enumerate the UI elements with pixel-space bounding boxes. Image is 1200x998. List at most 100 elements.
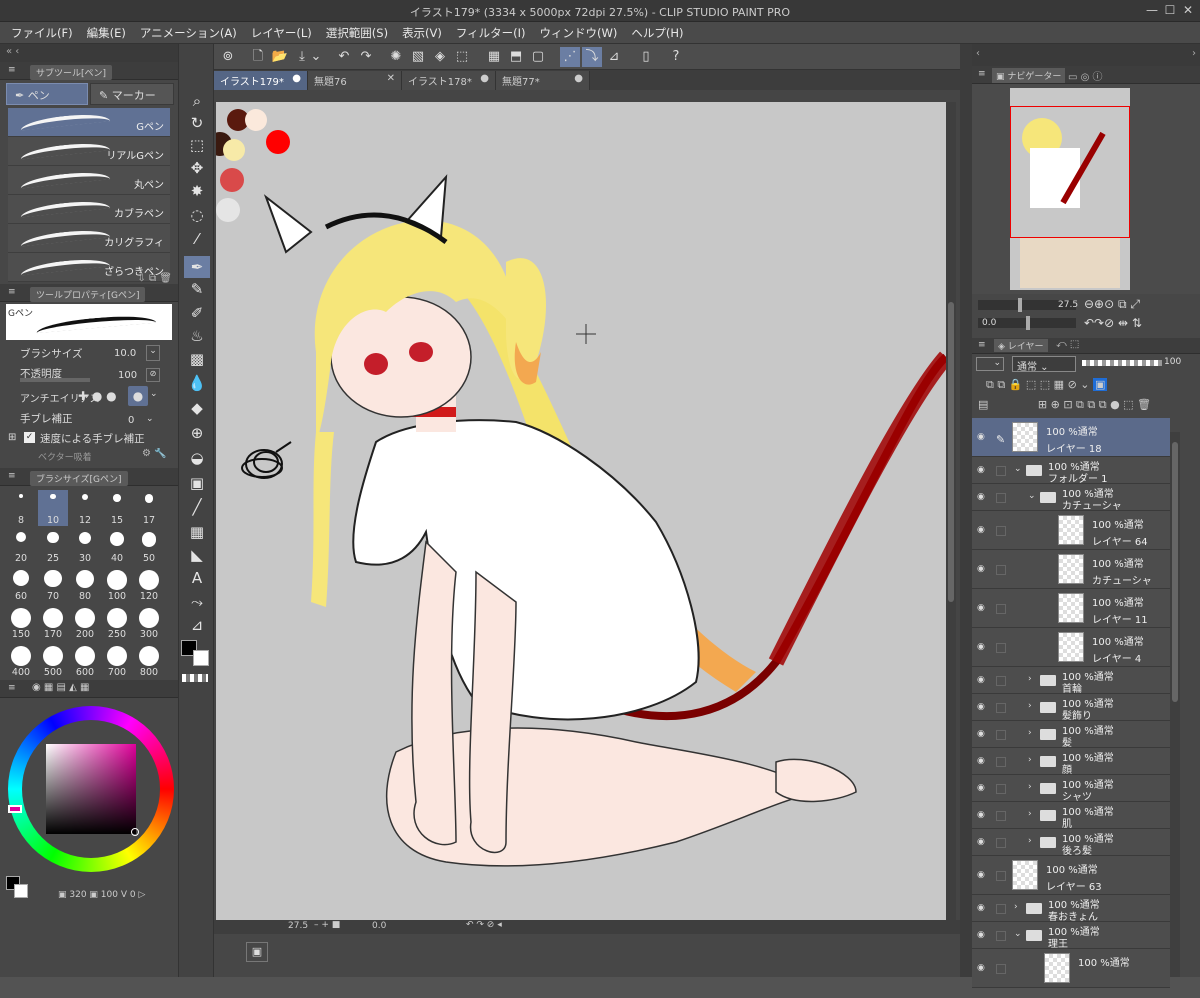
brush-size-cell[interactable]: 80	[70, 566, 100, 602]
clear-icon[interactable]: ▧	[408, 47, 428, 67]
layer-row[interactable]: ◉ 100 %通常 カチューシャ	[972, 550, 1170, 589]
new-file-icon[interactable]: 🗋	[248, 47, 268, 67]
antialias-dropdown-icon[interactable]: ⌄	[150, 389, 158, 399]
brush-size-cell[interactable]: 12	[70, 490, 100, 526]
visibility-eye-icon[interactable]: ◉	[977, 783, 985, 793]
panel-menu-icon[interactable]: ≡	[978, 340, 986, 350]
navigator-preview[interactable]	[972, 84, 1200, 294]
prop-opacity-value[interactable]: 100	[118, 370, 137, 381]
layer-color-dropdown[interactable]: ⌄	[976, 357, 1004, 371]
folder-row[interactable]: ◉ ⌄ 100 %通常 カチューシャ	[972, 484, 1170, 512]
layer-lock-box[interactable]	[996, 870, 1006, 881]
select-all-icon[interactable]: ▦	[484, 47, 504, 67]
layer-row[interactable]: ◉ 100 %通常 レイヤー 64	[972, 511, 1170, 550]
layer-lock-box[interactable]	[996, 465, 1006, 476]
brush-size-cell[interactable]: 8	[6, 490, 36, 526]
invert-selection-icon[interactable]: ▢	[528, 47, 548, 67]
folder-row[interactable]: ◉ › 100 %通常顔	[972, 748, 1170, 776]
open-file-icon[interactable]: 📂	[270, 47, 290, 67]
move-tool-icon[interactable]: ✥	[184, 157, 210, 179]
left-collapse-bar[interactable]: « ‹	[0, 44, 178, 62]
brush-size-cell[interactable]: 30	[70, 528, 100, 564]
brush-item-kabura-pen[interactable]: カブラペン	[8, 195, 170, 224]
folder-expand-icon[interactable]: ⌄	[1014, 929, 1022, 939]
zoom-controls-icon[interactable]: – + ■	[314, 920, 340, 930]
brush-size-cell[interactable]: 100	[102, 566, 132, 602]
brush-size-cell[interactable]: 400	[6, 642, 36, 678]
folder-expand-icon[interactable]: ›	[1028, 782, 1032, 792]
zoom-tool-icon[interactable]: ⌕	[184, 90, 210, 112]
layer-lock-box[interactable]	[996, 675, 1006, 686]
eraser-tool-icon[interactable]: ◆	[184, 397, 210, 419]
brush-size-cell[interactable]: 40	[102, 528, 132, 564]
folder-expand-icon[interactable]: ›	[1028, 674, 1032, 684]
layer-lock-box[interactable]	[996, 963, 1006, 974]
brush-size-cell[interactable]: 170	[38, 604, 68, 640]
menu-edit[interactable]: 編集(E)	[80, 22, 133, 44]
text-tool-icon[interactable]: A	[184, 567, 210, 589]
close-icon[interactable]: ✕	[1180, 2, 1196, 18]
visibility-eye-icon[interactable]: ◉	[977, 603, 985, 613]
folder-expand-icon[interactable]: ⌄	[1028, 491, 1036, 501]
tab-illust179[interactable]: イラスト179* ●	[214, 71, 308, 90]
opacity-pressure-icon[interactable]: ⊘	[146, 368, 160, 382]
visibility-eye-icon[interactable]: ◉	[977, 675, 985, 685]
menu-help[interactable]: ヘルプ(H)	[624, 22, 690, 44]
blend-mode-select[interactable]: 通常 ⌄	[1012, 356, 1076, 373]
tab-illust178[interactable]: イラスト178* ●	[402, 71, 496, 90]
lasso-tool-icon[interactable]: ◌	[184, 204, 210, 226]
status-zoom-value[interactable]: 27.5	[288, 921, 308, 931]
folder-expand-icon[interactable]: ⌄	[1014, 464, 1022, 474]
tab-untitled76[interactable]: 無題76 ✕	[308, 71, 402, 90]
ruler-tool-icon[interactable]: ◣	[184, 544, 210, 566]
folder-expand-icon[interactable]: ›	[1028, 728, 1032, 738]
save-icon[interactable]: ⤓	[292, 47, 312, 67]
auto-select-tool-icon[interactable]: ✸	[184, 180, 210, 202]
folder-row[interactable]: ◉ › 100 %通常 春おきょん	[972, 895, 1170, 923]
deselect-icon[interactable]: ⬒	[506, 47, 526, 67]
visibility-eye-icon[interactable]: ◉	[977, 729, 985, 739]
snap-grid-icon[interactable]: ⊿	[604, 47, 624, 67]
layer-lock-box[interactable]	[996, 492, 1006, 503]
antialias-strong-icon[interactable]: ●	[128, 386, 148, 406]
saturation-value-square[interactable]	[46, 744, 136, 834]
layer-lock-box[interactable]	[996, 702, 1006, 713]
brush-item-gpen[interactable]: Gペン	[8, 108, 170, 137]
navigator-tab[interactable]: ▣ ナビゲーター	[992, 68, 1066, 83]
prop-vector[interactable]: ベクター吸着 ⚙ 🔧	[0, 448, 178, 462]
visibility-eye-icon[interactable]: ◉	[977, 642, 985, 652]
hue-picker-handle[interactable]	[8, 805, 22, 813]
folder-row[interactable]: ◉ ⌄ 100 %通常 理王	[972, 922, 1170, 950]
visibility-eye-icon[interactable]: ◉	[977, 963, 985, 973]
menu-window[interactable]: ウィンドウ(W)	[533, 22, 625, 44]
brushsize-panel-label[interactable]: ブラシサイズ[Gペン]	[30, 471, 128, 486]
brush-size-cell[interactable]: 17	[134, 490, 164, 526]
undo-icon[interactable]: ↶	[334, 47, 354, 67]
layer-row[interactable]: ◉ 100 %通常 レイヤー 4	[972, 628, 1170, 667]
brush-size-cell[interactable]: 300	[134, 604, 164, 640]
drawing-canvas[interactable]	[216, 102, 946, 920]
rotate-tool-icon[interactable]: ↻	[184, 112, 210, 134]
brush-size-cell[interactable]: 600	[70, 642, 100, 678]
brush-size-cell[interactable]: 500	[38, 642, 68, 678]
panel-menu-icon[interactable]: ≡	[978, 69, 986, 79]
layer-lock-box[interactable]	[996, 564, 1006, 575]
canvas-scroll-thumb[interactable]	[948, 302, 954, 602]
brush-size-cell[interactable]: 250	[102, 604, 132, 640]
toggle-palette-icon[interactable]: ▣	[246, 942, 268, 962]
subtool-group-marker[interactable]: ✎ マーカー	[90, 83, 174, 105]
correct-line-tool-icon[interactable]: ⊿	[184, 614, 210, 636]
blend-tool-icon[interactable]: 💧	[184, 372, 210, 394]
layer-row[interactable]: ◉ 100 %通常	[972, 949, 1170, 988]
brush-size-cell[interactable]: 150	[6, 604, 36, 640]
speed-stabilize-checkbox[interactable]: ✓	[24, 432, 35, 443]
layer-other-tabs[interactable]: ⤺ ⬚	[1056, 339, 1079, 350]
layer-lock-row[interactable]: ⧉ ⧉ 🔒 ⬚ ⬚ ▦ ⊘ ⌄ ▣	[972, 374, 1200, 396]
visibility-eye-icon[interactable]: ◉	[977, 837, 985, 847]
brush-size-cell[interactable]: 50	[134, 528, 164, 564]
tab-close-icon[interactable]: ✕	[387, 73, 395, 84]
brush-size-cell[interactable]: 70	[38, 566, 68, 602]
brush-size-cell[interactable]: 200	[70, 604, 100, 640]
layer-tab[interactable]: ◈ レイヤー	[994, 339, 1048, 352]
prop-speed-stabilize[interactable]: ⊞ ✓ 速度による手ブレ補正	[0, 428, 178, 448]
